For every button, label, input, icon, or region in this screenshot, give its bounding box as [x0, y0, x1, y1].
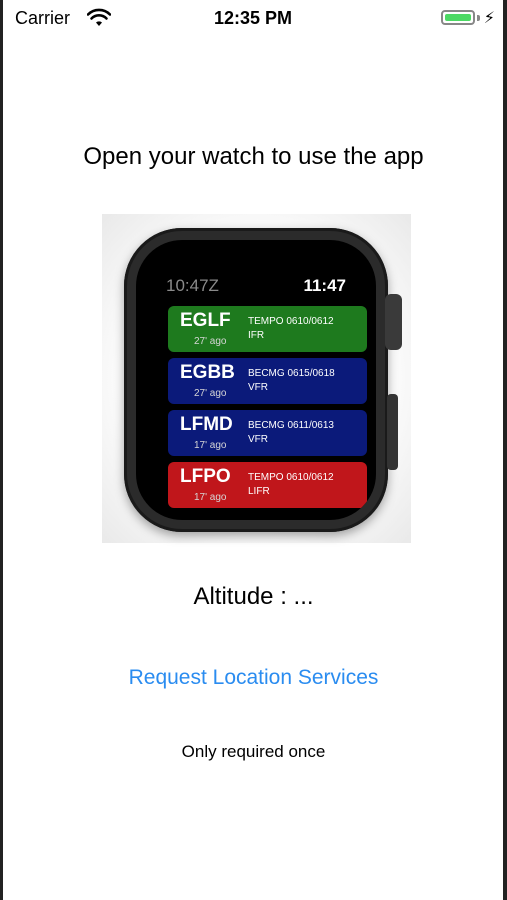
- metar-row-0: EGLF 27' ago TEMPO 0610/0612 IFR: [168, 306, 367, 352]
- charging-bolt-icon: ⚡︎: [483, 10, 495, 27]
- flight-category: LIFR: [248, 486, 270, 497]
- metar-row-1: EGBB 27' ago BECMG 0615/0618 VFR: [168, 358, 367, 404]
- report-age: 27' ago: [194, 336, 227, 347]
- watch-screen: 10:47Z 11:47 EGLF 27' ago TEMPO 0610/061…: [136, 240, 376, 520]
- device-frame-left: [0, 0, 3, 900]
- watch-zulu-time: 10:47Z: [166, 276, 219, 295]
- flight-category: VFR: [248, 434, 268, 445]
- forecast-period: BECMG 0611/0613: [248, 420, 334, 431]
- metar-row-3: LFPO 17' ago TEMPO 0610/0612 LIFR: [168, 462, 367, 508]
- watch-preview-image: 10:47Z 11:47 EGLF 27' ago TEMPO 0610/061…: [102, 214, 411, 543]
- device-frame-right: [503, 0, 507, 900]
- altitude-readout: Altitude : ...: [193, 583, 314, 610]
- battery-icon: [441, 10, 475, 25]
- forecast-period: TEMPO 0610/0612: [248, 316, 334, 327]
- station-code: LFMD: [180, 414, 233, 435]
- metar-row-2: LFMD 17' ago BECMG 0611/0613 VFR: [168, 410, 367, 456]
- report-age: 17' ago: [194, 440, 227, 451]
- forecast-text: BECMG 0611/0613 VFR: [248, 419, 334, 447]
- forecast-text: TEMPO 0610/0612 LIFR: [248, 471, 334, 499]
- forecast-text: BECMG 0615/0618 VFR: [248, 367, 335, 395]
- flight-category: IFR: [248, 330, 265, 341]
- status-bar: Carrier 12:35 PM ⚡︎: [3, 0, 503, 38]
- watch-case: 10:47Z 11:47 EGLF 27' ago TEMPO 0610/061…: [124, 228, 388, 532]
- forecast-period: BECMG 0615/0618: [248, 368, 335, 379]
- report-age: 27' ago: [194, 388, 227, 399]
- note-text: Only required once: [181, 742, 326, 761]
- battery-tip: [477, 15, 480, 21]
- station-code: EGBB: [180, 362, 235, 383]
- report-age: 17' ago: [194, 492, 227, 503]
- status-time: 12:35 PM: [213, 8, 293, 28]
- page-title: Open your watch to use the app: [83, 143, 424, 170]
- station-code: EGLF: [180, 310, 231, 331]
- watch-local-time: 11:47: [303, 276, 346, 295]
- forecast-period: TEMPO 0610/0612: [248, 472, 334, 483]
- watch-digital-crown: [385, 294, 402, 350]
- request-location-services-button[interactable]: Request Location Services: [0, 666, 507, 690]
- watch-side-button: [387, 394, 398, 470]
- forecast-text: TEMPO 0610/0612 IFR: [248, 315, 334, 343]
- flight-category: VFR: [248, 382, 268, 393]
- station-code: LFPO: [180, 466, 231, 487]
